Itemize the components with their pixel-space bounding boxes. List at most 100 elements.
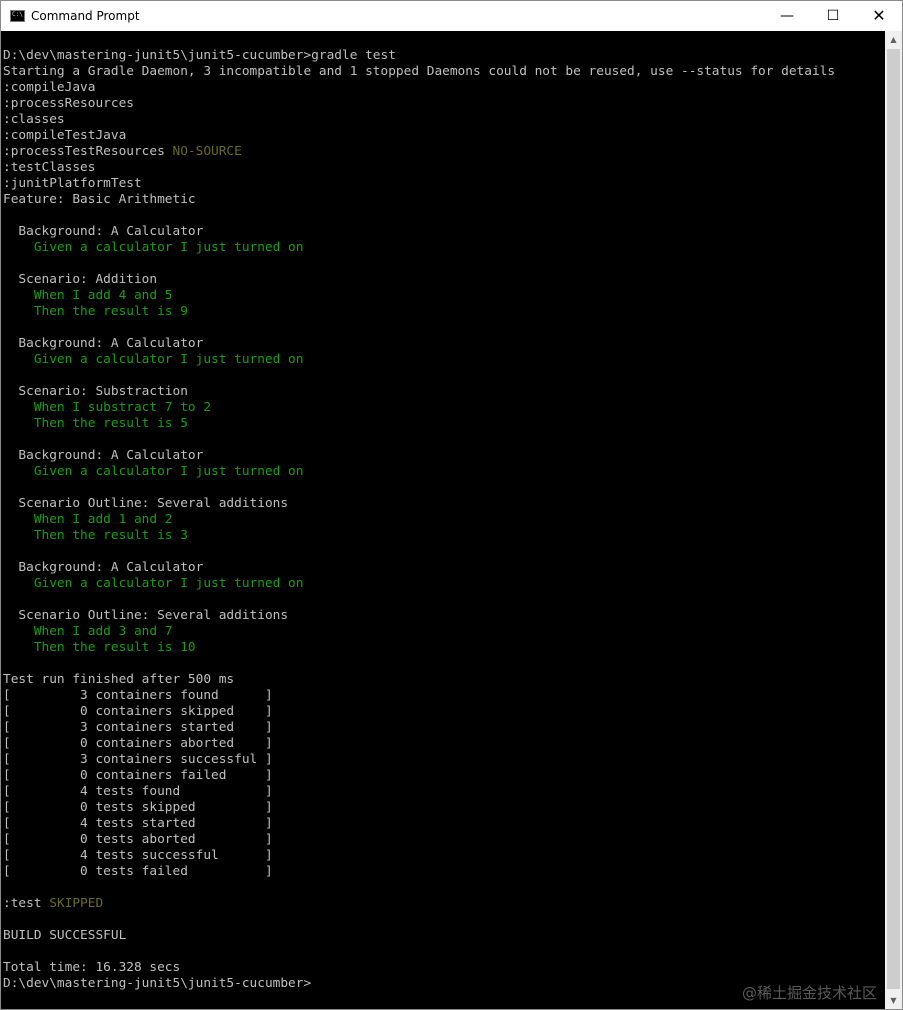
command-prompt-icon[interactable]: C:\	[10, 10, 25, 22]
console-text-segment: [ 4 tests successful ]	[3, 848, 273, 863]
console-text-segment: D:\dev\mastering-junit5\junit5-cucumber>	[3, 976, 312, 991]
console-status-text: SKIPPED	[49, 896, 104, 911]
console-line: Test run finished after 500 ms	[3, 672, 835, 688]
console-text-segment: :processResources	[3, 96, 134, 111]
console-text-segment: BUILD SUCCESSFUL	[3, 928, 127, 943]
console-text-segment: [ 0 containers failed ]	[3, 768, 273, 783]
console-step-text: When I add 3 and 7	[3, 624, 173, 639]
vertical-scrollbar[interactable]: ▲ ▼	[885, 31, 902, 1009]
console-text-segment: Background: A Calculator	[3, 560, 204, 575]
close-button[interactable]: ✕	[856, 1, 902, 31]
console-line: Then the result is 5	[3, 416, 835, 432]
console-status-text: NO-SOURCE	[172, 144, 242, 159]
console-line: Background: A Calculator	[3, 448, 835, 464]
console-line: Background: A Calculator	[3, 336, 835, 352]
console-line: Scenario Outline: Several additions	[3, 496, 835, 512]
console-step-text: When I substract 7 to 2	[3, 400, 212, 415]
console-line: [ 0 containers aborted ]	[3, 736, 835, 752]
console-text-segment: [ 3 containers started ]	[3, 720, 273, 735]
console-text-segment: [ 0 tests failed ]	[3, 864, 273, 879]
console-line: :classes	[3, 112, 835, 128]
console-line: Given a calculator I just turned on	[3, 240, 835, 256]
maximize-icon: ☐	[826, 8, 840, 24]
console-line: Scenario: Addition	[3, 272, 835, 288]
scrollbar-thumb[interactable]	[887, 49, 900, 989]
scroll-up-arrow-icon: ▲	[890, 35, 897, 44]
scroll-down-button[interactable]: ▼	[885, 992, 902, 1009]
console-line: When I substract 7 to 2	[3, 400, 835, 416]
console-text-segment: Feature: Basic Arithmetic	[3, 192, 196, 207]
console-line: [ 3 containers started ]	[3, 720, 835, 736]
console-line: Given a calculator I just turned on	[3, 464, 835, 480]
console-line: :compileTestJava	[3, 128, 835, 144]
minimize-icon: —	[780, 8, 794, 24]
app-icon-label: C:\	[12, 11, 23, 18]
console-line: [ 0 containers skipped ]	[3, 704, 835, 720]
console-text-segment: :classes	[3, 112, 65, 127]
maximize-button[interactable]: ☐	[810, 1, 856, 31]
console-text-segment: [ 4 tests found ]	[3, 784, 273, 799]
console-step-text: When I add 4 and 5	[3, 288, 173, 303]
console-text-segment: Starting a Gradle Daemon, 3 incompatible…	[3, 64, 836, 79]
console-line: Total time: 16.328 secs	[3, 960, 835, 976]
console-text-segment: Background: A Calculator	[3, 224, 204, 239]
console-text-segment: :junitPlatformTest	[3, 176, 142, 191]
console-text-segment: [ 0 tests aborted ]	[3, 832, 273, 847]
title-bar[interactable]: C:\ Command Prompt — ☐ ✕	[1, 1, 902, 31]
console-step-text: Then the result is 9	[3, 304, 188, 319]
console-text: D:\dev\mastering-junit5\junit5-cucumber>…	[3, 48, 835, 992]
console-text-segment: Scenario: Addition	[3, 272, 158, 287]
console-line: When I add 4 and 5	[3, 288, 835, 304]
console-line: Starting a Gradle Daemon, 3 incompatible…	[3, 64, 835, 80]
console-text-segment: Scenario: Substraction	[3, 384, 188, 399]
console-text-segment: Scenario Outline: Several additions	[3, 608, 289, 623]
console-line: [ 4 tests found ]	[3, 784, 835, 800]
console-line: Then the result is 10	[3, 640, 835, 656]
console-step-text: Given a calculator I just turned on	[3, 464, 304, 479]
console-line: Scenario Outline: Several additions	[3, 608, 835, 624]
console-line: Feature: Basic Arithmetic	[3, 192, 835, 208]
console-line: :compileJava	[3, 80, 835, 96]
console-line: [ 4 tests started ]	[3, 816, 835, 832]
console-step-text: Given a calculator I just turned on	[3, 576, 304, 591]
console-text-segment: [ 0 containers skipped ]	[3, 704, 273, 719]
console-line: Given a calculator I just turned on	[3, 576, 835, 592]
console-text-segment: :test	[3, 896, 50, 911]
console-line: Given a calculator I just turned on	[3, 352, 835, 368]
console-text-segment: D:\dev\mastering-junit5\junit5-cucumber>…	[3, 48, 396, 63]
console-line: [ 3 containers successful ]	[3, 752, 835, 768]
console-step-text: Then the result is 3	[3, 528, 188, 543]
console-text-segment: :processTestResources	[3, 144, 173, 159]
console-line: [ 0 tests failed ]	[3, 864, 835, 880]
console-output-area[interactable]: D:\dev\mastering-junit5\junit5-cucumber>…	[1, 31, 885, 1009]
command-prompt-window: C:\ Command Prompt — ☐ ✕ D:\dev\masterin…	[0, 0, 903, 1010]
console-line: [ 0 containers failed ]	[3, 768, 835, 784]
console-line: Scenario: Substraction	[3, 384, 835, 400]
console-line: D:\dev\mastering-junit5\junit5-cucumber>	[3, 976, 835, 992]
console-text-segment: [ 0 containers aborted ]	[3, 736, 273, 751]
scroll-up-button[interactable]: ▲	[885, 31, 902, 48]
console-text-segment: :compileTestJava	[3, 128, 127, 143]
console-line: BUILD SUCCESSFUL	[3, 928, 835, 944]
console-line: [ 0 tests aborted ]	[3, 832, 835, 848]
console-step-text: Then the result is 10	[3, 640, 196, 655]
console-text-segment: [ 4 tests started ]	[3, 816, 273, 831]
watermark: @稀土掘金技术社区	[741, 984, 877, 1002]
console-text-segment: [ 3 containers successful ]	[3, 752, 273, 767]
console-step-text: Given a calculator I just turned on	[3, 240, 304, 255]
console-text-segment: :testClasses	[3, 160, 96, 175]
console-text-segment: Scenario Outline: Several additions	[3, 496, 289, 511]
minimize-button[interactable]: —	[764, 1, 810, 31]
console-line: [ 4 tests successful ]	[3, 848, 835, 864]
